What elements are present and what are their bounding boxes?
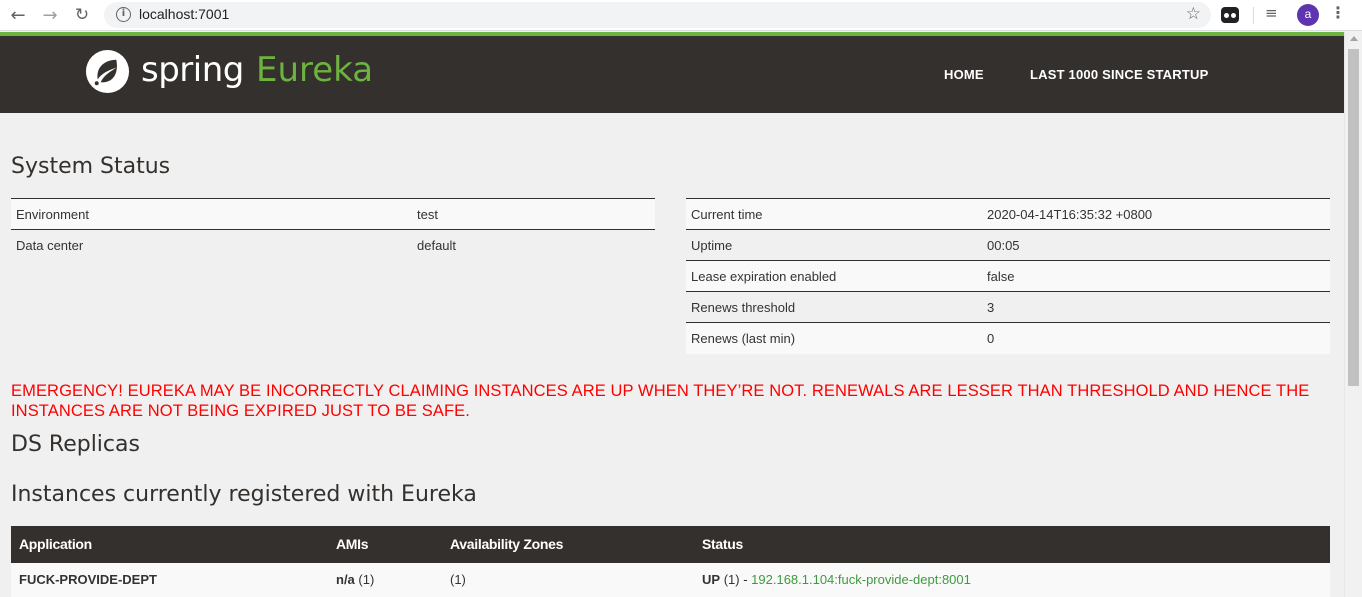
column-header-application: Application [19,536,92,552]
table-row: Renews threshold 3 [686,292,1330,323]
status-count: (1) - [723,572,748,587]
scroll-up-arrow-icon[interactable] [1350,36,1358,41]
row-key: Data center [16,238,84,253]
row-value: default [417,238,457,253]
avatar[interactable]: a [1297,4,1319,26]
table-row: Lease expiration enabled false [686,261,1330,292]
table-row: FUCK-PROVIDE-DEPT n/a (1) (1) UP (1) - 1… [11,563,1330,597]
back-arrow-icon[interactable]: ← [5,3,31,27]
forward-arrow-icon[interactable]: → [37,3,63,27]
row-key: Uptime [691,238,733,253]
row-value: test [417,207,438,222]
row-key: Renews threshold [691,300,796,315]
status-cell: UP (1) - 192.168.1.104:fuck-provide-dept… [702,572,971,587]
system-status-left-table: Environment test Data center default [11,198,655,261]
scrollbar-thumb[interactable] [1348,49,1359,386]
star-icon[interactable]: ☆ [1186,4,1201,24]
table-header: Application AMIs Availability Zones Stat… [11,526,1330,563]
url-text[interactable]: localhost:7001 [139,6,229,22]
row-value: false [987,269,1015,284]
logo-spring-text: spring [141,50,244,90]
nav-home-link[interactable]: HOME [944,67,984,82]
row-key: Lease expiration enabled [691,269,837,284]
instances-heading: Instances currently registered with Eure… [11,482,477,507]
system-status-heading: System Status [11,154,171,179]
zones-cell: (1) [450,572,466,587]
media-queue-icon[interactable]: ≡ [1265,4,1278,22]
reload-icon[interactable]: ↻ [69,3,95,27]
system-status-right-table: Current time 2020-04-14T16:35:32 +0800 U… [686,198,1330,354]
info-icon[interactable]: i [116,7,131,22]
table-row: Data center default [11,230,655,261]
row-value: 2020-04-14T16:35:32 +0800 [987,207,1153,222]
amis-label: n/a [336,572,355,587]
table-row: Current time 2020-04-14T16:35:32 +0800 [686,199,1330,230]
row-value: 00:05 [987,238,1020,253]
row-value: 0 [987,331,995,346]
emergency-warning: EMERGENCY! EUREKA MAY BE INCORRECTLY CLA… [11,382,1310,420]
row-value: 3 [987,300,995,315]
instances-table: Application AMIs Availability Zones Stat… [11,526,1330,597]
spring-leaf-logo-icon[interactable] [84,48,131,95]
status-label: UP [702,572,721,587]
table-row: Uptime 00:05 [686,230,1330,261]
nav-last-1000-link[interactable]: LAST 1000 SINCE STARTUP [1030,67,1208,82]
column-header-availability-zones: Availability Zones [450,536,564,552]
amis-cell: n/a (1) [336,572,374,587]
scrollbar[interactable] [1344,32,1362,597]
browser-toolbar: ← → ↻ i localhost:7001 ☆ ≡ a ⋮ [0,0,1362,31]
toolbar-divider [1253,7,1254,24]
row-key: Current time [691,207,763,222]
instance-link[interactable]: 192.168.1.104:fuck-provide-dept:8001 [751,572,971,587]
page-header: spring Eureka HOME LAST 1000 SINCE START… [0,36,1344,113]
logo-eureka-text: Eureka [256,50,374,90]
table-row: Environment test [11,199,655,230]
table-row: Renews (last min) 0 [686,323,1330,354]
address-bar[interactable]: i localhost:7001 ☆ [104,2,1211,28]
row-key: Environment [16,207,89,222]
extension-icon[interactable] [1221,7,1239,23]
amis-count: (1) [358,572,375,587]
application-name: FUCK-PROVIDE-DEPT [19,572,157,587]
column-header-amis: AMIs [336,536,369,552]
row-key: Renews (last min) [691,331,796,346]
ds-replicas-heading: DS Replicas [11,432,140,457]
menu-kebab-icon[interactable]: ⋮ [1330,3,1346,22]
column-header-status: Status [702,536,743,552]
